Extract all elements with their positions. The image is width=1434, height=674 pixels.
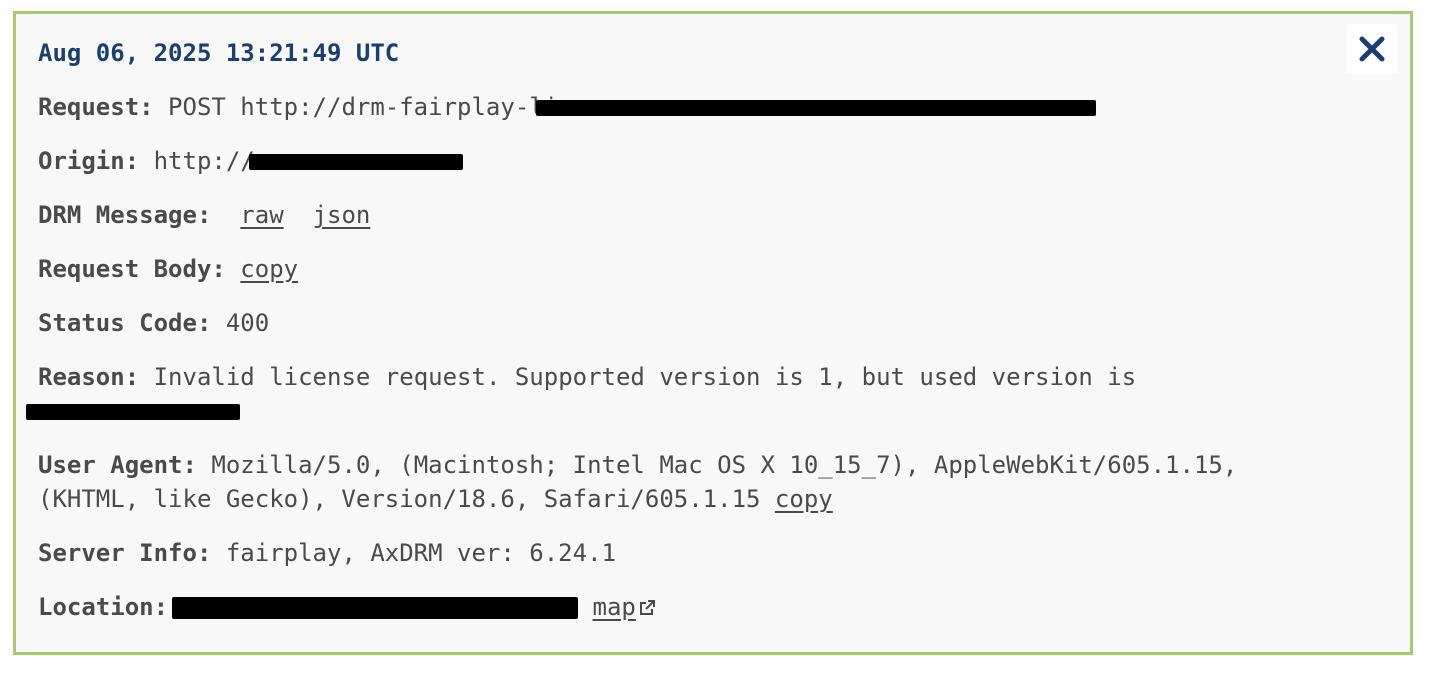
user-agent-row: User Agent: Mozilla/5.0, (Macintosh; Int… — [38, 448, 1330, 516]
request-body-row: Request Body: copy — [38, 252, 1330, 286]
reason-value: Invalid license request. Supported versi… — [153, 363, 1137, 391]
request-body-copy-link[interactable]: copy — [240, 255, 298, 283]
request-label: Request: — [38, 93, 154, 121]
map-link[interactable]: map — [593, 593, 656, 621]
json-link[interactable]: json — [313, 201, 371, 229]
close-x-icon — [1359, 36, 1385, 62]
origin-label: Origin: — [38, 147, 140, 175]
close-button[interactable] — [1346, 24, 1398, 74]
reason-label: Reason: — [38, 363, 140, 391]
location-row: Location: map — [38, 590, 1330, 624]
user-agent-label: User Agent: — [38, 451, 197, 479]
redaction-bar — [248, 154, 463, 170]
status-code-value: 400 — [225, 309, 270, 337]
raw-link[interactable]: raw — [240, 201, 283, 229]
map-link-label: map — [592, 593, 636, 621]
detail-content: Aug 06, 2025 13:21:49 UTC Request: POST … — [26, 36, 1330, 644]
status-code-row: Status Code: 400 — [38, 306, 1330, 340]
user-agent-value: Mozilla/5.0, (Macintosh; Intel Mac OS X … — [38, 451, 1238, 513]
request-detail-panel: Aug 06, 2025 13:21:49 UTC Request: POST … — [13, 11, 1413, 655]
user-agent-copy-link[interactable]: copy — [775, 485, 833, 513]
server-info-label: Server Info: — [38, 539, 212, 567]
redaction-bar — [26, 404, 240, 420]
request-value: POST http://drm-fairplay-li — [168, 93, 559, 121]
timestamp: Aug 06, 2025 13:21:49 UTC — [38, 39, 400, 67]
request-row: Request: POST http://drm-fairplay-li — [38, 90, 1330, 124]
drm-message-row: DRM Message: raw json — [38, 198, 1330, 232]
request-body-label: Request Body: — [38, 255, 226, 283]
location-label: Location: — [38, 593, 169, 621]
server-info-value: fairplay, AxDRM ver: 6.24.1 — [225, 539, 616, 567]
origin-row: Origin: http:// — [38, 144, 1330, 178]
drm-message-label: DRM Message: — [38, 201, 212, 229]
origin-value: http:// — [153, 147, 255, 175]
status-code-label: Status Code: — [38, 309, 212, 337]
redaction-bar — [536, 100, 1097, 116]
redaction-bar — [172, 597, 579, 619]
external-link-icon — [639, 600, 655, 615]
server-info-row: Server Info: fairplay, AxDRM ver: 6.24.1 — [38, 536, 1330, 570]
reason-row: Reason: Invalid license request. Support… — [26, 360, 1330, 428]
